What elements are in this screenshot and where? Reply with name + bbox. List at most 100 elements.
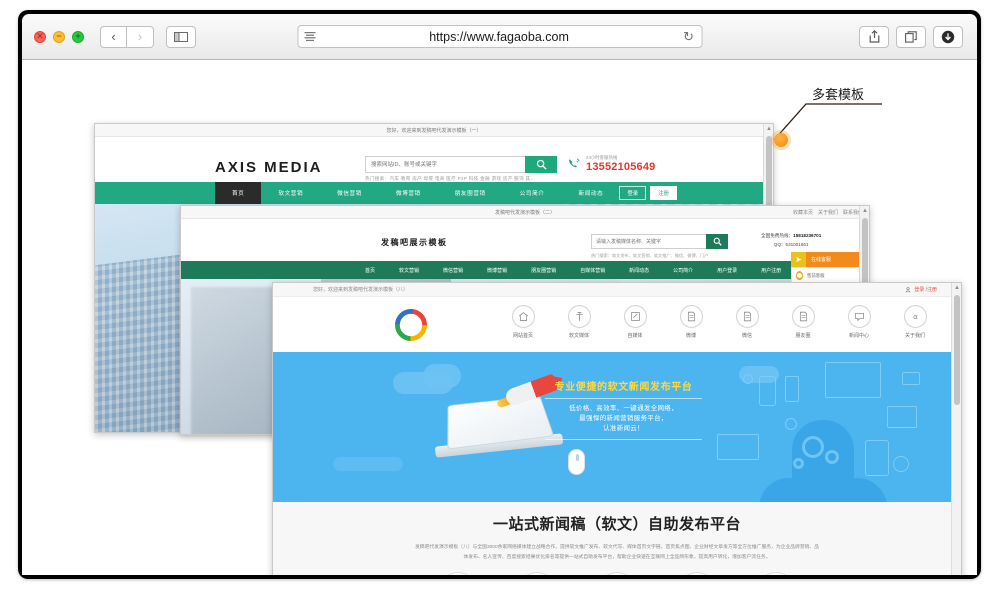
- rainbow-ring-logo[interactable]: [395, 309, 427, 341]
- site-b-search-input[interactable]: [591, 234, 706, 249]
- site-a-logo[interactable]: AXIS MEDIA: [215, 159, 323, 176]
- site-c-nav-item-7[interactable]: ⍺ 关于我们: [895, 305, 935, 339]
- site-b-nav-item-1[interactable]: 软文营销: [387, 261, 431, 279]
- user-node-icon: [785, 418, 797, 430]
- site-a-search-button[interactable]: [525, 156, 557, 173]
- site-c-step-2[interactable]: 2.填写稿件: [504, 572, 570, 575]
- site-c-step-1[interactable]: 1.注册账户: [425, 572, 491, 575]
- site-a-nav-item-6[interactable]: 新闻动态: [562, 182, 621, 204]
- calculator-icon: [785, 376, 799, 402]
- site-b-search[interactable]: [591, 234, 728, 249]
- site-c-step-3[interactable]: 3.选择媒体: [584, 572, 650, 575]
- minimize-button[interactable]: −: [53, 30, 65, 43]
- site-a-register-button[interactable]: 注册: [650, 186, 677, 200]
- share-button[interactable]: [859, 25, 889, 48]
- site-b-nav-item-7[interactable]: 公司简介: [661, 261, 705, 279]
- site-b-nav-item-3[interactable]: 微博营销: [475, 261, 519, 279]
- site-c-nav-label-3: 微博: [685, 333, 696, 339]
- site-c-nav-item-5[interactable]: 朋友圈: [783, 305, 823, 339]
- site-b-top-link-1[interactable]: 关于我们: [818, 209, 838, 216]
- phone-icon: [569, 158, 580, 168]
- site-a-search-input[interactable]: [365, 156, 525, 173]
- site-b-nav-item-8[interactable]: 用户登录: [705, 261, 749, 279]
- site-b-nav-item-0[interactable]: 首页: [353, 261, 387, 279]
- site-a-auth-buttons: 登录 注册: [619, 186, 677, 200]
- site-c-hero-banner: 专业便捷的软文新闻发布平台 低价格、高效率、一键通发全网络， 最强悍的新闻营销服…: [273, 352, 961, 502]
- site-b-search-button[interactable]: [706, 234, 728, 249]
- site-b-notice-text: 发稿吧代发演示模板（二）: [494, 209, 555, 216]
- site-b-service-item[interactable]: 售前客服: [796, 271, 864, 280]
- site-b-nav-item-2[interactable]: 微信营销: [431, 261, 475, 279]
- node-icon: [743, 374, 753, 384]
- chevron-right-icon[interactable]: ➤: [791, 252, 806, 267]
- scroll-thumb[interactable]: [954, 295, 960, 405]
- site-c-nav-item-3[interactable]: 微博: [671, 305, 711, 339]
- site-c-steps: 1.注册账户 » 2.填写稿件 »: [273, 572, 961, 575]
- site-c-navbar[interactable]: 网站首页 软文媒体 自媒体 微博 微信 朋友圈 新闻中心 ⍺ 关于我们: [503, 305, 961, 339]
- site-c-nav-label-7: 关于我们: [904, 333, 925, 339]
- site-b-navbar[interactable]: 首页 软文营销 微信营销 微博营销 朋友圈营销 自媒体营销 新闻动态 公司简介 …: [181, 261, 869, 279]
- site-c-auth-label[interactable]: 登录 /注册: [914, 286, 937, 293]
- gear-icon-1: [802, 436, 824, 458]
- site-a-nav-item-3[interactable]: 微博营销: [379, 182, 438, 204]
- scroll-up-arrow[interactable]: ▲: [860, 206, 869, 216]
- site-a-nav-item-2[interactable]: 微信营销: [320, 182, 379, 204]
- site-a-nav-item-5[interactable]: 公司简介: [503, 182, 562, 204]
- site-a-login-button[interactable]: 登录: [619, 186, 647, 200]
- reader-view-icon[interactable]: [304, 32, 315, 41]
- sidebar-toggle-button[interactable]: [166, 25, 196, 48]
- site-b-online-service-widget[interactable]: ➤ 在线客服 售前客服: [791, 252, 869, 284]
- site-b-top-link-0[interactable]: 收藏本页: [793, 209, 813, 216]
- site-c-banner-sub-1: 低价格、高效率、一键通发全网络，: [569, 405, 678, 412]
- back-button[interactable]: ‹: [100, 25, 127, 48]
- browser-titlebar: ✕ − + ‹ › https://www.fagaoba.com ↻: [22, 14, 977, 60]
- hand-inbox-icon: [677, 572, 716, 575]
- site-b-nav-item-6[interactable]: 新闻动态: [617, 261, 661, 279]
- site-c-nav-item-4[interactable]: 微信: [727, 305, 767, 339]
- site-a-header: AXIS MEDIA 热门搜索：汽车 教育 房产 母婴 电商 医疗 P2P 科技…: [95, 137, 773, 182]
- site-a-search[interactable]: [365, 156, 557, 173]
- site-c-nav-item-2[interactable]: 自媒体: [615, 305, 655, 339]
- template-window-fagaoba-demo-8[interactable]: 您好，欢迎来到发稿吧代发演示模板（八） 登录 /注册 网站首页 软文媒体 自媒体…: [272, 282, 962, 575]
- close-button[interactable]: ✕: [34, 30, 46, 43]
- downloads-button[interactable]: [933, 25, 963, 48]
- gear-icon-2: [825, 450, 839, 464]
- power-icon: [893, 456, 909, 472]
- document-icon: [735, 305, 759, 328]
- site-c-scrollbar[interactable]: ▲ ▼: [951, 283, 961, 575]
- site-a-hotline-number: 13552105649: [586, 161, 656, 173]
- address-bar[interactable]: https://www.fagaoba.com ↻: [297, 25, 702, 48]
- site-b-hotline-row: 全国免费热线：15818236701: [761, 233, 821, 239]
- scroll-up-arrow[interactable]: ▲: [952, 283, 961, 293]
- site-b-logo[interactable]: 发稿吧展示模板: [381, 237, 448, 248]
- site-b-hot-keywords: 热门搜索：软文发布、软文营销、软文推广、微信、微博、门户: [591, 253, 709, 258]
- site-c-step-5[interactable]: 5.媒体出稿: [743, 572, 809, 575]
- site-c-banner-illustration: [697, 358, 947, 502]
- site-c-nav-item-1[interactable]: 软文媒体: [559, 305, 599, 339]
- site-b-service-header[interactable]: ➤ 在线客服: [791, 252, 869, 267]
- forward-button[interactable]: ›: [127, 25, 154, 48]
- site-b-top-notice: 发稿吧代发演示模板（二） 收藏本页 关于我们 联系我们: [181, 206, 869, 219]
- site-b-nav-item-9[interactable]: 用户注册: [749, 261, 793, 279]
- tabs-overview-button[interactable]: [896, 25, 926, 48]
- site-c-nav-item-6[interactable]: 新闻中心: [839, 305, 879, 339]
- edit-square-icon: [623, 305, 647, 328]
- site-c-step-4[interactable]: 4.提交订单: [664, 572, 730, 575]
- site-c-nav-label-5: 朋友圈: [795, 333, 811, 339]
- site-a-navbar[interactable]: 首页 软文营销 微信营销 微博营销 朋友圈营销 公司简介 新闻动态 登录 注册: [95, 182, 773, 204]
- site-c-banner-title: 专业便捷的软文新闻发布平台: [554, 382, 693, 393]
- site-a-nav-item-4[interactable]: 朋友圈营销: [438, 182, 503, 204]
- site-c-nav-item-0[interactable]: 网站首页: [503, 305, 543, 339]
- site-b-hotline-label: 全国免费热线：: [761, 233, 794, 238]
- site-a-nav-item-1[interactable]: 软文营销: [261, 182, 320, 204]
- site-b-qq-number: 531001661: [785, 242, 809, 247]
- site-b-nav-item-4[interactable]: 朋友圈营销: [519, 261, 568, 279]
- reload-button[interactable]: ↻: [683, 29, 694, 45]
- site-c-nav-label-0: 网站首页: [512, 333, 533, 339]
- pencil-icon: [518, 572, 557, 575]
- user-circle-icon: [438, 572, 477, 575]
- site-c-auth[interactable]: 登录 /注册: [905, 286, 937, 293]
- site-b-nav-item-5[interactable]: 自媒体营销: [568, 261, 617, 279]
- maximize-button[interactable]: +: [72, 30, 84, 43]
- site-a-nav-item-0[interactable]: 首页: [215, 182, 262, 204]
